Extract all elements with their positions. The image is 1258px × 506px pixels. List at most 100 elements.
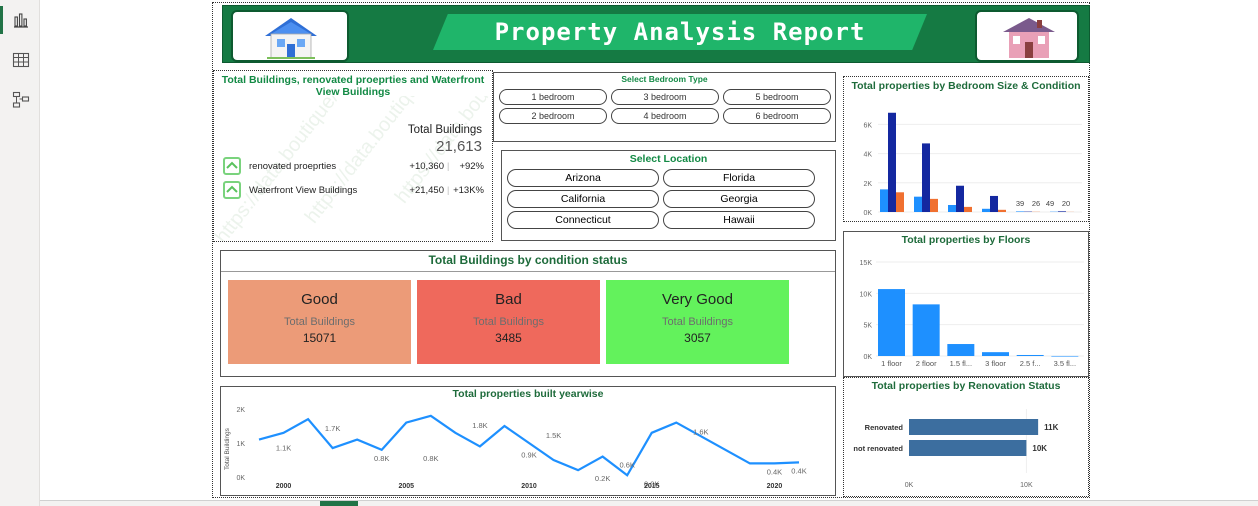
point-label: 0.2K [595,474,610,483]
blue-house-icon [265,18,317,59]
bedroom-option-1[interactable]: 1 bedroom [499,89,607,105]
bedroom-option-3[interactable]: 3 bedroom [611,89,719,105]
bar [909,440,1027,456]
y-tick-label: 0K [236,475,245,482]
bar [990,195,998,212]
data-label: 39 [1016,199,1024,208]
kpi-main-value: 21,613 [436,138,482,155]
bar [1016,354,1044,356]
bedroom-option-5[interactable]: 5 bedroom [723,89,831,105]
point-label: 1.6K [693,428,708,437]
condition-value: 15071 [302,331,337,345]
location-option-georgia[interactable]: Georgia [663,190,815,208]
condition-good-box: Good Total Buildings 15071 [228,280,411,364]
pink-house-icon [1003,18,1055,58]
condition-value: 3057 [684,331,711,345]
value-label: 11K [1044,423,1058,432]
chevron-up-icon [223,181,241,199]
bedroom-option-6[interactable]: 6 bedroom [723,108,831,124]
model-view-icon[interactable] [12,91,30,109]
report-title: Property Analysis Report [494,18,866,46]
condition-bad-box: Bad Total Buildings 3485 [417,280,600,364]
point-label: 1.5K [546,431,561,440]
point-label: 1.1K [276,444,291,453]
bar [930,198,938,212]
location-option-hawaii[interactable]: Hawaii [663,211,815,229]
y-tick-label: 15K [860,260,873,267]
x-tick-label: 3 floor [985,359,1006,368]
kpi-main-label: Total Buildings [407,124,482,136]
condition-label: Good [301,291,338,308]
data-label: 26 [1032,199,1040,208]
active-page-tab[interactable] [320,501,358,506]
x-tick-label: 2000 [276,483,292,490]
bar [982,352,1009,356]
location-option-arizona[interactable]: Arizona [507,169,659,187]
x-tick-label: 2.5 f... [1020,359,1041,368]
bedroom-option-4[interactable]: 4 bedroom [611,108,719,124]
view-rail [0,0,40,506]
table-view-icon[interactable] [12,51,30,69]
y-tick-label: 2K [236,407,245,414]
bar [982,208,990,212]
condition-sublabel: Total Buildings [284,316,355,328]
x-tick-label: 0K [905,482,914,489]
location-option-florida[interactable]: Florida [663,169,815,187]
point-label: 0.6K [619,461,634,470]
condition-value: 3485 [495,331,522,345]
location-option-california[interactable]: California [507,190,659,208]
bedroom-chart-title: Total properties by Bedroom Size & Condi… [851,80,1081,92]
kpi-row-separator: | [447,185,450,195]
location-slicer-title: Select Location [629,153,708,165]
condition-sublabel: Total Buildings [662,316,733,328]
bedroom-option-2[interactable]: 2 bedroom [499,108,607,124]
x-tick-label: 1.5 fl... [950,359,973,368]
bedroom-slicer: Select Bedroom Type [493,72,836,142]
y-tick-label: 5K [863,323,872,330]
kpi-row-pct: +92% [459,161,484,172]
bar [1058,211,1066,212]
y-tick-label: 1K [236,441,245,448]
bar [914,196,922,212]
kpi-row-value: +21,450 [409,185,444,196]
bar [1016,211,1024,212]
bar [964,206,972,212]
y-category-label: not renovated [853,444,903,453]
x-tick-label: 10K [1020,482,1033,489]
data-label: 20 [1062,199,1070,208]
kpi-row-pct: +13K% [453,185,484,196]
condition-card-title: Total Buildings by condition status [221,253,835,272]
value-label: 10K [1032,444,1047,453]
page-tabs-bar [40,500,1258,506]
location-option-connecticut[interactable]: Connecticut [507,211,659,229]
point-label: 0.4K [767,467,782,476]
bar [888,112,896,212]
floors-chart-title: Total properties by Floors [901,234,1031,246]
x-tick-label: 2 floor [916,359,937,368]
house-logo-right [975,10,1079,62]
bar [1051,355,1079,357]
bar [878,289,905,356]
y-tick-label: 4K [863,152,872,159]
floors-chart: 0K 5K 10K 15K 1 floor 2 floor 1.5 fl... 3 floor… [860,260,1084,368]
bar [998,209,1006,212]
bar [947,344,975,356]
bar [948,204,956,212]
renovation-chart: Renovated 11K not renovated 10K 0K 10K [853,409,1059,489]
kpi-row-label: renovated proeprties [249,161,337,172]
y-category-label: Renovated [865,423,904,432]
point-label: 0.4K [791,466,806,475]
kpi-row-value: +10,360 [409,161,444,172]
report-view-icon[interactable] [12,11,30,29]
data-label: 49 [1046,199,1054,208]
y-axis-label: Total Buildings [224,427,231,470]
y-tick-label: 0K [863,354,872,361]
bedroom-chart: 0K 2K 4K 6K 39 26 49 20 [863,112,1082,217]
point-label: 1.8K [472,421,487,430]
x-tick-label: 3.5 fl... [1054,359,1077,368]
x-tick-label: 2010 [521,483,537,490]
bar [880,189,888,212]
yearwise-chart-title: Total properties built yearwise [452,388,604,400]
point-label: 0.9K [521,450,536,459]
bar [956,185,964,212]
